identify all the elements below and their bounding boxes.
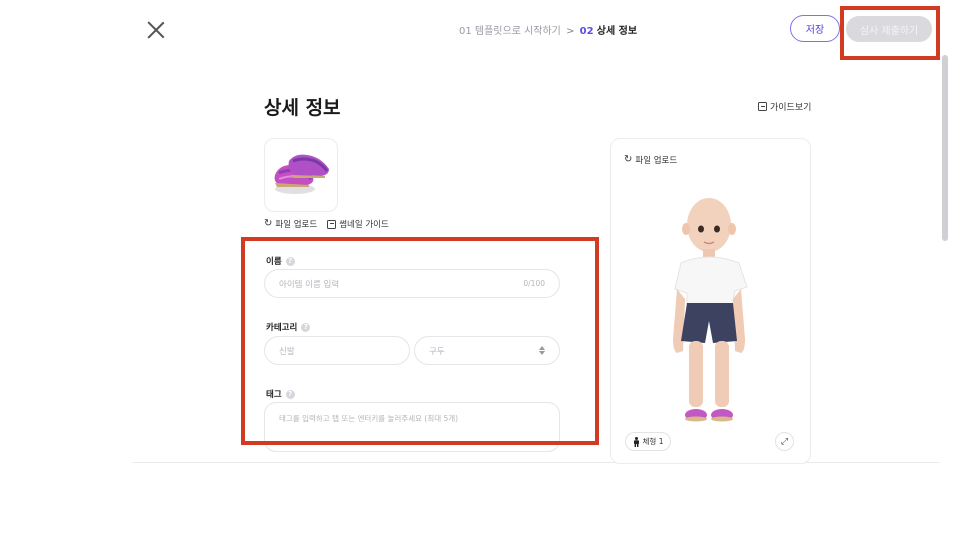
avatar-figure-icon [673,198,748,422]
preview-upload-label: 파일 업로드 [635,156,678,166]
highlight-box-submit [840,6,940,60]
highlight-box-form [241,237,599,445]
refresh-icon: ↻ [264,218,273,229]
thumbnail-guide-label: 썸네일 가이드 [339,220,389,230]
shoes-thumbnail-icon [274,154,329,194]
thumbnail-upload-link[interactable]: ↻ 파일 업로드 [264,218,318,231]
thumbnail-actions: ↻ 파일 업로드 썸네일 가이드 [264,218,389,231]
breadcrumb: 01 템플릿으로 시작하기 > 02 상세 정보 [459,22,637,37]
guide-icon [758,102,767,111]
guide-icon [327,219,337,229]
breadcrumb-step-2-label: 상세 정보 [596,26,638,37]
refresh-icon: ↻ [624,154,633,165]
thumbnail-image[interactable] [264,138,338,212]
breadcrumb-step-2-number: 02 [579,26,594,37]
guide-link-label: 가이드보기 [770,103,812,113]
close-icon[interactable] [146,20,166,40]
expand-icon: ⤢ [780,436,789,447]
thumbnail-upload-label: 파일 업로드 [275,220,318,230]
person-icon [633,436,639,447]
body-type-button[interactable]: 체형 1 [625,432,671,451]
guide-link[interactable]: 가이드보기 [758,100,811,113]
body-type-label: 체형 1 [642,437,664,446]
thumbnail-guide-link[interactable]: 썸네일 가이드 [327,218,389,230]
preview-upload-link[interactable]: ↻ 파일 업로드 [624,154,678,167]
page-title: 상세 정보 [264,97,341,119]
scrollbar[interactable] [942,55,948,241]
save-button[interactable]: 저장 [790,15,840,42]
breadcrumb-separator: > [566,26,575,37]
breadcrumb-step-1[interactable]: 01 템플릿으로 시작하기 [459,26,561,37]
avatar-preview-panel [610,138,811,464]
expand-button[interactable]: ⤢ [775,432,794,451]
